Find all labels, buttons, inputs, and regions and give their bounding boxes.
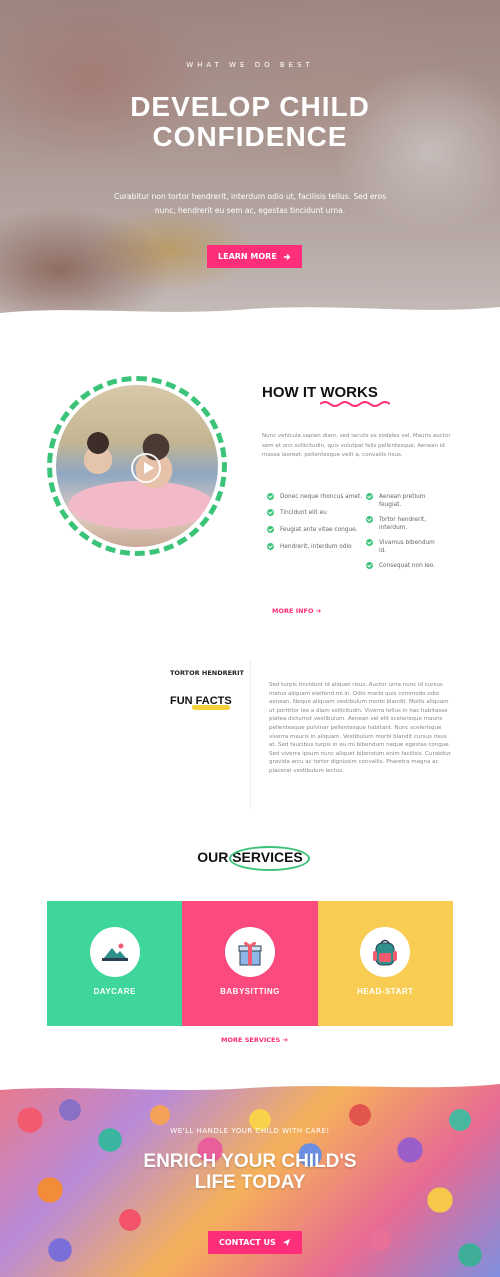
paper-plane-icon [282, 1238, 290, 1247]
check-circle-icon [267, 526, 274, 533]
list-item-label: Aenean pretium feugiat. [379, 494, 426, 508]
contact-title-line1: ENRICH YOUR CHILD'S [143, 1151, 357, 1172]
confetti-wave-divider [0, 1078, 500, 1090]
service-card-head-start[interactable]: HEAD-START [317, 901, 453, 1026]
play-icon[interactable] [131, 453, 161, 483]
services-grid: DAYCARE BABYSITTING HEAD-START [47, 901, 453, 1026]
circle-highlight-icon [229, 846, 310, 871]
squiggle-underline-icon [320, 401, 390, 407]
hero-title-line1: DEVELOP CHILD [130, 91, 370, 122]
more-info-link[interactable]: MORE INFO ➔ [272, 607, 321, 615]
fun-facts-eyebrow: TORTOR HENDRERIT [170, 669, 244, 677]
learn-more-button[interactable]: LEARN MORE [207, 245, 302, 268]
fun-facts-text: Sed turpis tincidunt id aliquet risus. A… [269, 682, 451, 774]
hero-title-line2: CONFIDENCE [152, 121, 348, 152]
checklist-left: Donec neque rhoncus amet. Tincidunt elit… [267, 493, 362, 551]
list-item-label: Tortor hendrerit, interdum. [379, 517, 427, 531]
learn-more-label: LEARN MORE [218, 252, 277, 261]
hero-section: WHAT WE DO BEST DEVELOP CHILD CONFIDENCE… [0, 0, 500, 325]
service-card-babysitting[interactable]: BABYSITTING [182, 901, 318, 1026]
how-it-works-title: HOW IT WORKS [262, 384, 378, 401]
service-card-daycare[interactable]: DAYCARE [47, 901, 183, 1026]
check-circle-icon [366, 493, 373, 500]
hero-wave-divider [0, 307, 500, 325]
list-item-label: Vivamus bibendum id. [379, 540, 435, 554]
how-it-works-text: Nunc vehicula sapien diam, sed iaculis e… [262, 433, 451, 458]
service-label: DAYCARE [93, 987, 136, 996]
contact-eyebrow: WE'LL HANDLE YOUR CHILD WITH CARE! [170, 1127, 330, 1135]
check-circle-icon [366, 516, 373, 523]
more-services-link[interactable]: MORE SERVICES ➔ [221, 1036, 288, 1044]
hero-eyebrow: WHAT WE DO BEST [186, 61, 314, 69]
list-item: Donec neque rhoncus amet. [267, 493, 362, 501]
service-label: BABYSITTING [220, 987, 280, 996]
list-item-label: Hendrerit, interdum odio [280, 544, 352, 550]
list-item: Consequat non leo. [366, 562, 436, 570]
check-circle-icon [366, 539, 373, 546]
hero-title: DEVELOP CHILD CONFIDENCE [0, 92, 500, 152]
list-item-label: Consequat non leo. [379, 563, 436, 569]
contact-us-button[interactable]: CONTACT US [208, 1231, 302, 1254]
hero-text: Curabitur non tortor hendrerit, interdum… [113, 192, 387, 215]
list-item: Feugiat ante vitae congue. [267, 526, 362, 534]
list-item: Tortor hendrerit, interdum. [366, 516, 436, 532]
check-circle-icon [267, 543, 274, 550]
service-label: HEAD-START [357, 987, 414, 996]
check-circle-icon [366, 562, 373, 569]
list-item-label: Tincidunt elit eu [280, 510, 327, 516]
list-item: Hendrerit, interdum odio [267, 543, 362, 551]
backpack-icon [360, 927, 411, 977]
arrow-right-icon: ➔ [282, 1036, 288, 1044]
gift-box-icon [224, 927, 275, 977]
checklist-right: Aenean pretium feugiat. Tortor hendrerit… [366, 493, 436, 570]
check-circle-icon [267, 509, 274, 516]
list-item: Vivamus bibendum id. [366, 539, 436, 555]
arrow-right-icon: ➔ [315, 607, 322, 615]
mountain-picture-icon [89, 927, 140, 977]
list-item: Aenean pretium feugiat. [366, 493, 436, 509]
vertical-divider [250, 660, 251, 810]
contact-title-line2: LIFE TODAY [194, 1172, 306, 1193]
contact-us-label: CONTACT US [219, 1238, 276, 1247]
list-item-label: Donec neque rhoncus amet. [280, 494, 363, 500]
list-item: Tincidunt elit eu [267, 509, 362, 517]
kids-classroom-photo [56, 385, 218, 547]
more-info-label: MORE INFO [272, 607, 314, 615]
arrow-right-icon [283, 253, 291, 260]
more-services-label: MORE SERVICES [221, 1036, 281, 1044]
fun-facts-title: FUN FACTS [170, 695, 232, 707]
kids-video-frame [47, 376, 227, 556]
contact-title: ENRICH YOUR CHILD'S LIFE TODAY [0, 1151, 500, 1193]
check-circle-icon [267, 493, 274, 500]
list-item-label: Feugiat ante vitae congue. [280, 527, 358, 533]
